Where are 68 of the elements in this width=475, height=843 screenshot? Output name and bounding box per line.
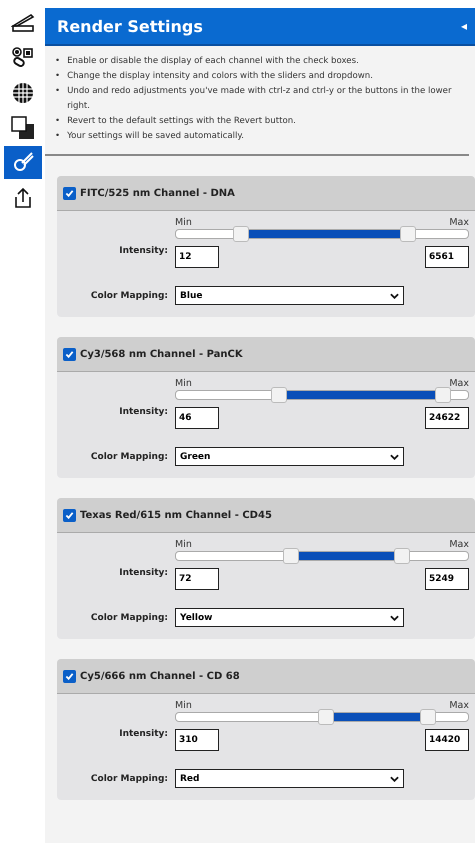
min-handle[interactable] — [318, 709, 334, 725]
bullet: • — [55, 85, 60, 98]
max-handle[interactable] — [400, 226, 416, 242]
channel-checkbox[interactable] — [63, 670, 76, 682]
sidebar-button[interactable] — [4, 146, 42, 179]
min-input[interactable]: 12 — [175, 246, 219, 268]
shapes-icon — [10, 46, 34, 70]
instruction-text: Revert to the default settings with the Revert button. — [67, 115, 296, 128]
color-mapping-dropdown[interactable]: Green — [175, 447, 404, 466]
bullet: • — [55, 130, 60, 143]
instruction-text: Enable or disable the display of each channel with the check boxes. — [67, 55, 359, 68]
color-mapping-label: Color Mapping: — [90, 452, 169, 462]
layers-icon — [10, 116, 34, 140]
max-label: Max — [449, 217, 469, 228]
color-mapping-label: Color Mapping: — [90, 290, 169, 300]
min-label: Min — [175, 539, 192, 550]
max-label: Max — [449, 539, 469, 550]
min-input[interactable]: 310 — [175, 729, 219, 751]
intensity-label: Intensity: — [118, 246, 169, 256]
globe-grid-icon — [10, 80, 34, 104]
bullet: • — [55, 55, 60, 68]
min-label: Min — [175, 217, 192, 228]
max-label: Max — [449, 700, 469, 711]
channel-title: Cy3/568 nm Channel - PanCK — [80, 348, 243, 360]
max-handle[interactable] — [394, 548, 410, 564]
channel-title: FITC/525 nm Channel - DNA — [80, 188, 235, 198]
intensity-slider[interactable] — [175, 390, 469, 400]
bullet: • — [55, 115, 60, 128]
max-label: Max — [449, 378, 469, 389]
max-handle[interactable] — [434, 387, 451, 403]
chevron-icon — [390, 292, 399, 298]
channel-checkbox[interactable] — [63, 508, 76, 522]
color-mapping-dropdown[interactable]: Red — [175, 769, 404, 788]
color-mapping-label: Color Mapping: — [90, 774, 169, 784]
intensity-label: Intensity: — [118, 568, 169, 578]
color-mapping-label: Color Mapping: — [90, 612, 169, 622]
panel-title: Render Settings — [57, 16, 203, 36]
intensity-label: Intensity: — [118, 729, 169, 739]
collapse-button[interactable]: ◂ — [460, 19, 467, 33]
intensity-label: Intensity: — [118, 407, 169, 417]
channel-title: Texas Red/615 nm Channel - CD45 — [80, 510, 272, 520]
min-input[interactable]: 72 — [175, 568, 219, 590]
max-input[interactable]: 5249 — [425, 568, 469, 590]
intensity-slider[interactable] — [175, 551, 469, 561]
channel-checkbox[interactable] — [63, 186, 76, 200]
channel-checkbox[interactable] — [63, 348, 76, 360]
max-input[interactable]: 24622 — [425, 407, 469, 429]
min-handle[interactable] — [233, 226, 250, 242]
min-handle[interactable] — [282, 548, 299, 564]
bullet: • — [55, 70, 60, 83]
chevron-icon — [390, 776, 399, 782]
max-handle[interactable] — [420, 709, 436, 725]
instruction-text: Your settings will be saved automatically. — [67, 130, 244, 143]
instruction-text: Change the display intensity and colors with the sliders and dropdown. — [67, 70, 373, 83]
min-label: Min — [175, 378, 192, 389]
instruction-text: Undo and redo adjustments you've made with ctrl-z and ctrl-y or the buttons in the lower right. — [67, 85, 453, 113]
min-input[interactable]: 46 — [175, 407, 219, 429]
intensity-slider[interactable] — [175, 229, 469, 239]
max-input[interactable]: 14420 — [425, 729, 469, 751]
chevron-icon — [390, 614, 399, 620]
color-mapping-dropdown[interactable]: Yellow — [175, 608, 404, 627]
chevron-icon — [390, 454, 399, 460]
max-input[interactable]: 6561 — [425, 246, 469, 268]
channel-title: Cy5/666 nm Channel - CD 68 — [80, 670, 240, 682]
min-label: Min — [175, 700, 192, 711]
intensity-slider[interactable] — [175, 712, 469, 722]
color-mapping-dropdown[interactable]: Blue — [175, 286, 404, 305]
min-handle[interactable] — [271, 387, 288, 403]
